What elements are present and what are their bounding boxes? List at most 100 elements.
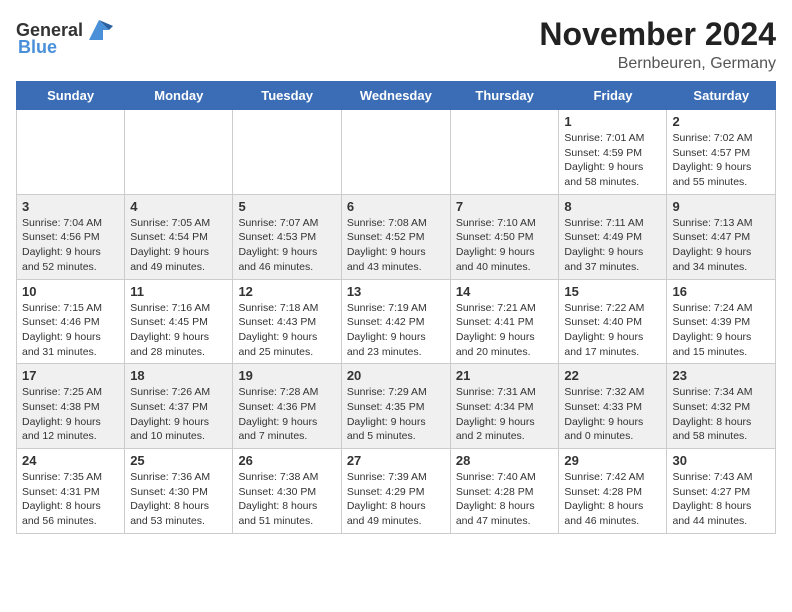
day-number: 3 <box>22 199 119 214</box>
day-number: 13 <box>347 284 445 299</box>
day-info: Sunrise: 7:01 AMSunset: 4:59 PMDaylight:… <box>564 131 661 190</box>
day-number: 7 <box>456 199 554 214</box>
logo-icon <box>85 16 113 44</box>
day-info: Sunrise: 7:29 AMSunset: 4:35 PMDaylight:… <box>347 385 445 444</box>
day-cell: 22 Sunrise: 7:32 AMSunset: 4:33 PMDayligh… <box>559 364 667 449</box>
day-info: Sunrise: 7:02 AMSunset: 4:57 PMDaylight:… <box>672 131 770 190</box>
day-cell: 23 Sunrise: 7:34 AMSunset: 4:32 PMDayligh… <box>667 364 776 449</box>
week-row-3: 17Sunrise: 7:25 AMSunset: 4:38 PMDayligh… <box>17 364 776 449</box>
day-cell: 15Sunrise: 7:22 AMSunset: 4:40 PMDayligh… <box>559 279 667 364</box>
day-cell: 30 Sunrise: 7:43 AMSunset: 4:27 PMDayligh… <box>667 449 776 534</box>
header-day-tuesday: Tuesday <box>233 82 341 110</box>
day-info: Sunrise: 7:34 AMSunset: 4:32 PMDaylight:… <box>672 385 770 444</box>
day-number: 29 <box>564 453 661 468</box>
day-info: Sunrise: 7:08 AMSunset: 4:52 PMDaylight:… <box>347 216 445 275</box>
day-number: 23 <box>672 368 770 383</box>
day-cell <box>450 110 559 195</box>
day-number: 16 <box>672 284 770 299</box>
day-cell: 12 Sunrise: 7:18 AMSunset: 4:43 PMDayligh… <box>233 279 341 364</box>
header-day-friday: Friday <box>559 82 667 110</box>
day-number: 19 <box>238 368 335 383</box>
day-cell: 21Sunrise: 7:31 AMSunset: 4:34 PMDayligh… <box>450 364 559 449</box>
day-info: Sunrise: 7:32 AMSunset: 4:33 PMDaylight:… <box>564 385 661 444</box>
day-number: 4 <box>130 199 227 214</box>
day-info: Sunrise: 7:39 AMSunset: 4:29 PMDaylight:… <box>347 470 445 529</box>
day-number: 22 <box>564 368 661 383</box>
day-info: Sunrise: 7:25 AMSunset: 4:38 PMDaylight:… <box>22 385 119 444</box>
day-info: Sunrise: 7:36 AMSunset: 4:30 PMDaylight:… <box>130 470 227 529</box>
day-info: Sunrise: 7:10 AMSunset: 4:50 PMDaylight:… <box>456 216 554 275</box>
day-cell <box>341 110 450 195</box>
day-cell: 26Sunrise: 7:38 AMSunset: 4:30 PMDayligh… <box>233 449 341 534</box>
day-cell: 4 Sunrise: 7:05 AMSunset: 4:54 PMDaylight… <box>125 194 233 279</box>
day-info: Sunrise: 7:16 AMSunset: 4:45 PMDaylight:… <box>130 301 227 360</box>
calendar-header: SundayMondayTuesdayWednesdayThursdayFrid… <box>17 82 776 110</box>
day-number: 5 <box>238 199 335 214</box>
day-info: Sunrise: 7:05 AMSunset: 4:54 PMDaylight:… <box>130 216 227 275</box>
day-info: Sunrise: 7:42 AMSunset: 4:28 PMDaylight:… <box>564 470 661 529</box>
day-cell: 1 Sunrise: 7:01 AMSunset: 4:59 PMDaylight… <box>559 110 667 195</box>
day-number: 2 <box>672 114 770 129</box>
header-day-thursday: Thursday <box>450 82 559 110</box>
day-info: Sunrise: 7:38 AMSunset: 4:30 PMDaylight:… <box>238 470 335 529</box>
day-cell: 8 Sunrise: 7:11 AMSunset: 4:49 PMDaylight… <box>559 194 667 279</box>
day-info: Sunrise: 7:26 AMSunset: 4:37 PMDaylight:… <box>130 385 227 444</box>
day-number: 14 <box>456 284 554 299</box>
day-cell: 17Sunrise: 7:25 AMSunset: 4:38 PMDayligh… <box>17 364 125 449</box>
day-number: 10 <box>22 284 119 299</box>
day-info: Sunrise: 7:19 AMSunset: 4:42 PMDaylight:… <box>347 301 445 360</box>
day-number: 18 <box>130 368 227 383</box>
day-number: 1 <box>564 114 661 129</box>
day-cell: 2 Sunrise: 7:02 AMSunset: 4:57 PMDaylight… <box>667 110 776 195</box>
title-area: November 2024 Bernbeuren, Germany <box>539 16 776 73</box>
day-number: 8 <box>564 199 661 214</box>
week-row-2: 10 Sunrise: 7:15 AMSunset: 4:46 PMDayligh… <box>17 279 776 364</box>
day-cell: 7 Sunrise: 7:10 AMSunset: 4:50 PMDaylight… <box>450 194 559 279</box>
day-info: Sunrise: 7:35 AMSunset: 4:31 PMDaylight:… <box>22 470 119 529</box>
day-number: 24 <box>22 453 119 468</box>
day-cell: 11 Sunrise: 7:16 AMSunset: 4:45 PMDayligh… <box>125 279 233 364</box>
day-info: Sunrise: 7:04 AMSunset: 4:56 PMDaylight:… <box>22 216 119 275</box>
day-number: 12 <box>238 284 335 299</box>
logo-blue: Blue <box>18 38 57 56</box>
logo: General Blue <box>16 16 113 56</box>
day-cell: 16Sunrise: 7:24 AMSunset: 4:39 PMDayligh… <box>667 279 776 364</box>
day-cell: 14 Sunrise: 7:21 AMSunset: 4:41 PMDayligh… <box>450 279 559 364</box>
day-info: Sunrise: 7:31 AMSunset: 4:34 PMDaylight:… <box>456 385 554 444</box>
day-cell: 29 Sunrise: 7:42 AMSunset: 4:28 PMDayligh… <box>559 449 667 534</box>
day-cell: 6 Sunrise: 7:08 AMSunset: 4:52 PMDaylight… <box>341 194 450 279</box>
day-cell: 13 Sunrise: 7:19 AMSunset: 4:42 PMDayligh… <box>341 279 450 364</box>
day-cell <box>233 110 341 195</box>
day-cell: 24 Sunrise: 7:35 AMSunset: 4:31 PMDayligh… <box>17 449 125 534</box>
week-row-1: 3 Sunrise: 7:04 AMSunset: 4:56 PMDaylight… <box>17 194 776 279</box>
day-number: 30 <box>672 453 770 468</box>
day-number: 6 <box>347 199 445 214</box>
header: General Blue November 2024 Bernbeuren, G… <box>16 16 776 73</box>
day-info: Sunrise: 7:11 AMSunset: 4:49 PMDaylight:… <box>564 216 661 275</box>
day-number: 11 <box>130 284 227 299</box>
week-row-0: 1 Sunrise: 7:01 AMSunset: 4:59 PMDaylight… <box>17 110 776 195</box>
day-cell: 5 Sunrise: 7:07 AMSunset: 4:53 PMDaylight… <box>233 194 341 279</box>
day-cell: 20 Sunrise: 7:29 AMSunset: 4:35 PMDayligh… <box>341 364 450 449</box>
header-day-sunday: Sunday <box>17 82 125 110</box>
day-number: 15 <box>564 284 661 299</box>
week-row-4: 24 Sunrise: 7:35 AMSunset: 4:31 PMDayligh… <box>17 449 776 534</box>
day-info: Sunrise: 7:21 AMSunset: 4:41 PMDaylight:… <box>456 301 554 360</box>
header-day-saturday: Saturday <box>667 82 776 110</box>
day-cell: 18 Sunrise: 7:26 AMSunset: 4:37 PMDayligh… <box>125 364 233 449</box>
calendar: SundayMondayTuesdayWednesdayThursdayFrid… <box>16 81 776 534</box>
day-cell: 28 Sunrise: 7:40 AMSunset: 4:28 PMDayligh… <box>450 449 559 534</box>
day-number: 28 <box>456 453 554 468</box>
day-info: Sunrise: 7:40 AMSunset: 4:28 PMDaylight:… <box>456 470 554 529</box>
month-title: November 2024 <box>539 16 776 53</box>
day-number: 20 <box>347 368 445 383</box>
day-info: Sunrise: 7:18 AMSunset: 4:43 PMDaylight:… <box>238 301 335 360</box>
day-info: Sunrise: 7:07 AMSunset: 4:53 PMDaylight:… <box>238 216 335 275</box>
day-cell: 10 Sunrise: 7:15 AMSunset: 4:46 PMDayligh… <box>17 279 125 364</box>
day-cell: 25Sunrise: 7:36 AMSunset: 4:30 PMDayligh… <box>125 449 233 534</box>
header-day-wednesday: Wednesday <box>341 82 450 110</box>
day-info: Sunrise: 7:15 AMSunset: 4:46 PMDaylight:… <box>22 301 119 360</box>
location-title: Bernbeuren, Germany <box>539 55 776 73</box>
day-info: Sunrise: 7:43 AMSunset: 4:27 PMDaylight:… <box>672 470 770 529</box>
calendar-body: 1 Sunrise: 7:01 AMSunset: 4:59 PMDaylight… <box>17 110 776 534</box>
